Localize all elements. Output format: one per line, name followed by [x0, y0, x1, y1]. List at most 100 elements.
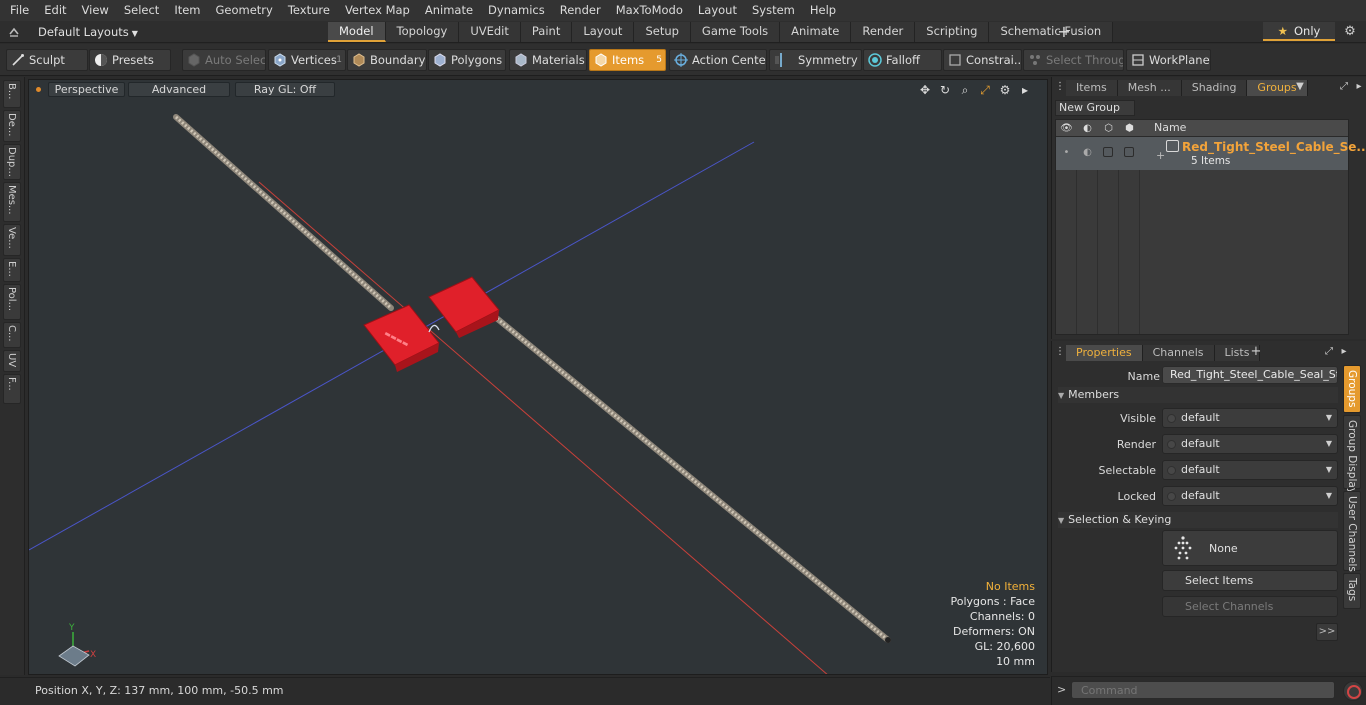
tab-model[interactable]: Model	[328, 22, 386, 42]
panel-menu-arrow-icon[interactable]: ▸	[1352, 80, 1366, 94]
panel-menu-arrow-icon[interactable]: ▸	[1337, 345, 1351, 359]
row-eye-icon[interactable]: •	[1056, 146, 1077, 159]
menu-render[interactable]: Render	[552, 0, 608, 21]
tab-animate[interactable]: Animate	[780, 22, 852, 42]
menu-geometry[interactable]: Geometry	[208, 0, 280, 21]
tabs-dropdown-chevron-icon[interactable]: ▼	[1293, 80, 1307, 94]
tab-items[interactable]: Items	[1066, 80, 1118, 96]
viewport-scene[interactable]: ▬▬▬▬ Y X	[29, 80, 1048, 675]
tab-scripting[interactable]: Scripting	[915, 22, 990, 42]
only-toggle-button[interactable]: ★ Only	[1263, 22, 1335, 41]
render-icon[interactable]: ◐	[1077, 122, 1098, 135]
gear-icon[interactable]: ⚙	[1342, 24, 1358, 40]
side-tab-tags[interactable]: Tags	[1343, 573, 1361, 609]
side-tab-user-channels[interactable]: User Channels	[1343, 491, 1361, 572]
menu-dynamics[interactable]: Dynamics	[480, 0, 552, 21]
zoom-search-icon[interactable]: ⌕	[957, 82, 973, 98]
tab-render[interactable]: Render	[851, 22, 916, 42]
selection-keying-section-header[interactable]: ▼ Selection & Keying	[1058, 512, 1338, 528]
command-input[interactable]	[1071, 681, 1335, 699]
record-macro-icon[interactable]	[1343, 681, 1363, 701]
falloff-button[interactable]: Falloff	[863, 49, 942, 71]
left-tab-deform[interactable]: De...	[3, 110, 21, 142]
boundary-button[interactable]: Boundary	[347, 49, 427, 71]
viewport-gear-icon[interactable]: ⚙	[997, 82, 1013, 98]
3d-viewport[interactable]: ▬▬▬▬ Y X Perspective Advanced Ray GL: Of…	[28, 79, 1048, 675]
left-tab-polygon[interactable]: Pol...	[3, 284, 21, 320]
maximize-panel-icon[interactable]: ⤢	[1322, 345, 1336, 359]
tab-uvedit[interactable]: UVEdit	[459, 22, 521, 42]
keying-none-button[interactable]: None	[1162, 530, 1338, 566]
tab-paint[interactable]: Paint	[520, 22, 573, 42]
menu-vertex-map[interactable]: Vertex Map	[337, 0, 417, 21]
members-section-header[interactable]: ▼ Members	[1058, 387, 1338, 403]
group-list-scrollbar[interactable]	[1339, 140, 1345, 330]
selectable-cube-icon[interactable]: ⬡	[1098, 122, 1119, 135]
side-tab-groups[interactable]: Groups	[1343, 365, 1361, 413]
workplane-button[interactable]: WorkPlane	[1126, 49, 1211, 71]
menu-select[interactable]: Select	[116, 0, 166, 21]
locked-dropdown[interactable]: default ▼	[1162, 486, 1338, 506]
tab-properties[interactable]: Properties	[1066, 345, 1143, 361]
pan-move-icon[interactable]: ✥	[917, 82, 933, 98]
default-layouts-dropdown[interactable]: Default Layouts ▼	[38, 21, 138, 43]
raygl-toggle[interactable]: Ray GL: Off	[235, 82, 335, 97]
group-row[interactable]: • ◐ + Red_Tight_Steel_Cable_Se... 5 Item…	[1056, 137, 1366, 170]
symmetry-button[interactable]: Symmetry	[769, 49, 862, 71]
more-options-button[interactable]: >>	[1316, 623, 1338, 641]
row-selectable-checkbox[interactable]	[1103, 147, 1113, 157]
menu-animate[interactable]: Animate	[417, 0, 480, 21]
layout-expand-icon[interactable]	[8, 26, 20, 38]
presets-button[interactable]: Presets	[89, 49, 171, 71]
perspective-dropdown[interactable]: Perspective	[48, 82, 125, 97]
left-tab-mesh[interactable]: Mes...	[3, 182, 21, 222]
menu-maxtomodo[interactable]: MaxToModo	[608, 0, 690, 21]
menu-edit[interactable]: Edit	[36, 0, 73, 21]
side-tab-group-display[interactable]: Group Display	[1343, 415, 1361, 494]
tab-topology[interactable]: Topology	[385, 22, 460, 42]
left-tab-duplicate[interactable]: Dup...	[3, 144, 21, 180]
rotate-view-icon[interactable]: ↻	[937, 82, 953, 98]
materials-button[interactable]: Materials	[509, 49, 587, 71]
viewport-expand-arrow-icon[interactable]: ▸	[1017, 82, 1033, 98]
group-name-field[interactable]: Red_Tight_Steel_Cable_Seal_Stra	[1162, 366, 1338, 384]
items-button[interactable]: Items 5	[589, 49, 666, 71]
menu-item[interactable]: Item	[166, 0, 207, 21]
menu-view[interactable]: View	[74, 0, 116, 21]
menu-help[interactable]: Help	[802, 0, 843, 21]
maximize-panel-icon[interactable]: ⤢	[1337, 80, 1351, 94]
tab-layout[interactable]: Layout	[572, 22, 635, 42]
panel-grip-icon[interactable]: ⋮	[1053, 80, 1067, 94]
constraints-button[interactable]: Constrai...	[943, 49, 1022, 71]
menu-texture[interactable]: Texture	[280, 0, 337, 21]
row-lock-checkbox[interactable]	[1124, 147, 1134, 157]
sculpt-button[interactable]: Sculpt	[6, 49, 88, 71]
render-dropdown[interactable]: default ▼	[1162, 434, 1338, 454]
menu-system[interactable]: System	[744, 0, 802, 21]
tab-game-tools[interactable]: Game Tools	[690, 22, 781, 42]
action-center-button[interactable]: Action Center	[669, 49, 767, 71]
left-tab-vertex[interactable]: Ve...	[3, 224, 21, 256]
tab-schematic-fusion[interactable]: Schematic Fusion	[989, 22, 1114, 42]
tab-channels[interactable]: Channels	[1142, 345, 1215, 361]
lock-cube-icon[interactable]: ⬢	[1119, 122, 1140, 135]
auto-select-button[interactable]: Auto Select	[182, 49, 266, 71]
left-tab-fusion[interactable]: F...	[3, 374, 21, 404]
left-tab-curve[interactable]: C...	[3, 322, 21, 348]
tab-shading[interactable]: Shading	[1181, 80, 1248, 96]
add-tab-icon[interactable]: +	[1249, 345, 1263, 359]
tab-mesh[interactable]: Mesh ...	[1117, 80, 1182, 96]
menu-layout[interactable]: Layout	[690, 0, 744, 21]
name-column-header[interactable]: Name	[1154, 121, 1186, 134]
expand-plus-icon[interactable]: +	[1156, 149, 1165, 162]
eye-icon[interactable]: 👁	[1056, 122, 1077, 135]
select-channels-button[interactable]: Select Channels	[1162, 596, 1338, 617]
left-tab-basic[interactable]: B...	[3, 80, 21, 108]
add-tab-icon[interactable]: +	[1056, 23, 1072, 41]
selectable-dropdown[interactable]: default ▼	[1162, 460, 1338, 480]
row-render-icon[interactable]: ◐	[1077, 146, 1098, 159]
select-items-button[interactable]: Select Items	[1162, 570, 1338, 591]
tab-setup[interactable]: Setup	[634, 22, 691, 42]
command-history-chevron-icon[interactable]: >	[1057, 683, 1066, 696]
viewport-menu-dot-icon[interactable]	[36, 87, 41, 92]
